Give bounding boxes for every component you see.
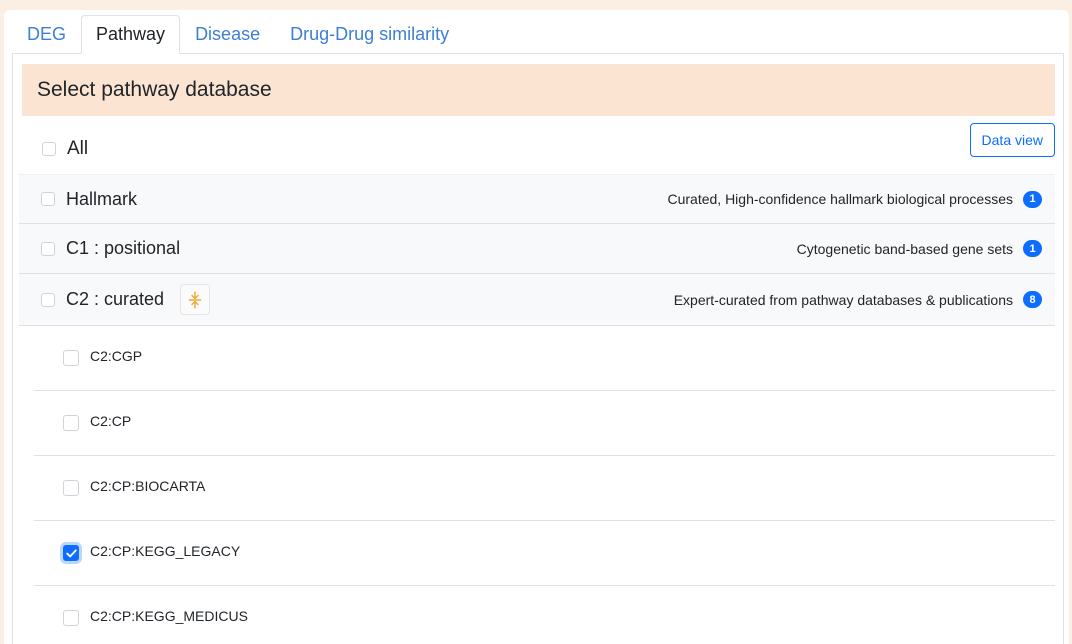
- hallmark-checkbox[interactable]: [41, 192, 55, 206]
- group-description: Expert-curated from pathway databases & …: [673, 291, 1013, 308]
- list-item: C2:CP:BIOCARTA: [34, 456, 1055, 521]
- subset-label: C2:CP:KEGG_MEDICUS: [90, 608, 248, 624]
- subset-label: C2:CGP: [90, 348, 143, 364]
- c2-checkbox[interactable]: [41, 292, 55, 307]
- group-label: Hallmark: [66, 188, 138, 209]
- list-item: C2:CGP: [34, 326, 1055, 391]
- select-all-label: All: [67, 138, 89, 159]
- subset-label: C2:CP:BIOCARTA: [90, 478, 206, 494]
- group-description: Cytogenetic band-based gene sets: [796, 240, 1013, 257]
- tab-deg[interactable]: DEG: [12, 15, 81, 53]
- group-row-hallmark: Hallmark Curated, High-confidence hallma…: [19, 174, 1055, 224]
- group-label: C1 : positional: [66, 238, 181, 258]
- panel-title: Select pathway database: [22, 64, 1055, 116]
- select-all-row: All Data view: [19, 123, 1055, 174]
- tab-bar: DEG Pathway Disease Drug-Drug similarity: [12, 15, 1064, 54]
- subset-checkbox[interactable]: [63, 350, 79, 366]
- tab-drug-drug-similarity[interactable]: Drug-Drug similarity: [275, 15, 464, 53]
- group-label: C2 : curated: [66, 289, 165, 309]
- subset-label: C2:CP: [90, 413, 132, 429]
- list-item: C2:CP:KEGG_MEDICUS: [34, 586, 1055, 644]
- tab-disease[interactable]: Disease: [180, 15, 275, 53]
- data-view-button[interactable]: Data view: [969, 123, 1055, 157]
- c1-checkbox[interactable]: [41, 241, 55, 256]
- subset-checkbox[interactable]: [63, 610, 79, 626]
- group-row-c1-positional: C1 : positional Cytogenetic band-based g…: [19, 224, 1055, 274]
- subset-checkbox[interactable]: [63, 480, 79, 496]
- checkmark-icon: [65, 548, 77, 557]
- tab-pathway[interactable]: Pathway: [81, 15, 181, 54]
- list-item: C2:CP:KEGG_LEGACY: [34, 521, 1055, 586]
- subset-checkbox[interactable]: [63, 415, 79, 431]
- subset-label: C2:CP:KEGG_LEGACY: [90, 543, 241, 559]
- list-item: C2:CP: [34, 391, 1055, 456]
- group-description: Curated, High-confidence hallmark biolog…: [667, 191, 1013, 207]
- c2-subset-list: C2:CGP C2:CP C2:CP:BIOCARTA C2:CP:KEGG_L…: [34, 326, 1055, 644]
- count-badge: 8: [1023, 291, 1042, 308]
- count-badge: 1: [1023, 190, 1042, 208]
- collapse-button[interactable]: [180, 284, 211, 315]
- subset-checkbox-checked[interactable]: [63, 545, 79, 561]
- pathway-panel: Select pathway database All Data view Ha…: [12, 54, 1064, 644]
- count-badge: 1: [1023, 240, 1042, 257]
- collapse-arrows-icon: [188, 290, 202, 309]
- select-all-checkbox[interactable]: [42, 142, 56, 156]
- group-row-c2-curated: C2 : curated Expert-curated from pathway…: [19, 274, 1055, 326]
